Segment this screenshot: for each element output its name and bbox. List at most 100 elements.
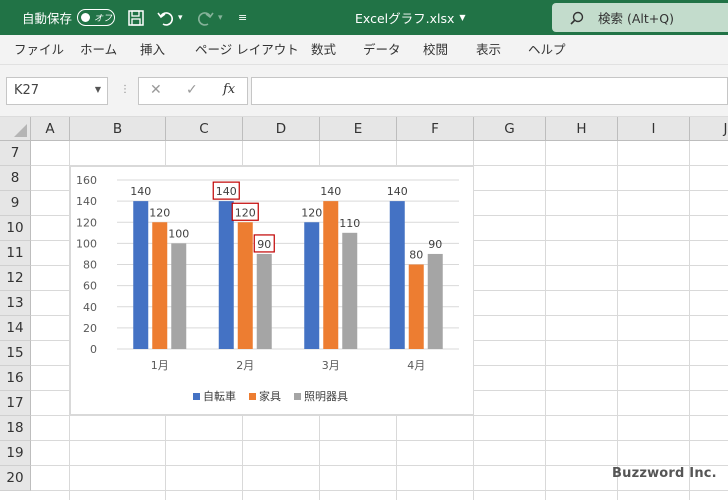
x-tick-label: 2月 xyxy=(236,359,254,372)
row-header-18[interactable]: 18 xyxy=(0,416,31,441)
search-placeholder: 検索 (Alt+Q) xyxy=(598,11,674,26)
tab-insert[interactable]: 挿入 xyxy=(140,35,165,65)
y-tick-label: 20 xyxy=(83,322,97,335)
row-header-16[interactable]: 16 xyxy=(0,366,31,391)
data-label: 110 xyxy=(339,217,360,230)
column-header-i[interactable]: I xyxy=(618,117,690,141)
enter-icon[interactable]: ✓ xyxy=(186,82,198,98)
y-tick-label: 0 xyxy=(90,343,97,356)
row-header-7[interactable]: 7 xyxy=(0,141,31,166)
tab-home[interactable]: ホーム xyxy=(80,35,117,65)
row-header-19[interactable]: 19 xyxy=(0,441,31,466)
row-header-11[interactable]: 11 xyxy=(0,241,31,266)
autosave-label: 自動保存 xyxy=(22,11,73,26)
document-title[interactable]: Excelグラフ.xlsx ▼ xyxy=(355,0,466,35)
legend-label: 家具 xyxy=(259,390,281,403)
toggle-knob xyxy=(81,13,90,22)
redo-dropdown-icon[interactable]: ▾ xyxy=(218,0,223,35)
column-header-b[interactable]: B xyxy=(70,117,166,141)
bar xyxy=(152,222,168,349)
tab-review[interactable]: 校閲 xyxy=(423,35,448,65)
row-header-12[interactable]: 12 xyxy=(0,266,31,291)
chart-legend[interactable]: 自転車 家具 照明器具 xyxy=(193,388,348,404)
y-tick-label: 80 xyxy=(83,259,97,272)
bar xyxy=(427,253,443,349)
y-tick-label: 140 xyxy=(76,195,97,208)
data-label: 90 xyxy=(257,238,271,251)
more-options-icon[interactable]: ⋮ xyxy=(120,84,130,95)
y-tick-label: 60 xyxy=(83,280,97,293)
undo-dropdown-icon[interactable]: ▾ xyxy=(178,0,183,35)
x-tick-label: 3月 xyxy=(322,359,340,372)
tab-page-layout[interactable]: ページ レイアウト xyxy=(195,35,299,65)
formula-buttons: ✕ ✓ fx xyxy=(138,77,248,105)
bar xyxy=(304,222,320,349)
bar xyxy=(171,243,187,349)
title-bar: 自動保存 オフ ▾ ▾ ≡ Excelグラフ.xlsx ▼ 検索 (Alt+Q) xyxy=(0,0,728,35)
undo-icon[interactable] xyxy=(157,0,175,35)
redo-icon[interactable] xyxy=(196,0,214,35)
watermark: Buzzword Inc. xyxy=(612,466,717,481)
row-header-20[interactable]: 20 xyxy=(0,466,31,491)
search-box[interactable]: 検索 (Alt+Q) xyxy=(552,3,728,32)
cancel-icon[interactable]: ✕ xyxy=(150,82,162,98)
chevron-down-icon[interactable]: ▼ xyxy=(95,85,101,94)
ribbon-tabs: ファイル ホーム 挿入 ページ レイアウト 数式 データ 校閲 表示 ヘルプ xyxy=(0,35,728,65)
data-label: 140 xyxy=(130,185,151,198)
tab-view[interactable]: 表示 xyxy=(476,35,501,65)
column-header-e[interactable]: E xyxy=(320,117,397,141)
column-header-d[interactable]: D xyxy=(243,117,320,141)
row-header-13[interactable]: 13 xyxy=(0,291,31,316)
bar xyxy=(389,201,405,349)
legend-label: 自転車 xyxy=(203,390,236,403)
legend-item-bicycle[interactable]: 自転車 xyxy=(193,388,236,404)
data-label: 100 xyxy=(168,227,189,240)
save-icon[interactable] xyxy=(127,0,145,35)
data-label: 140 xyxy=(216,185,237,198)
column-header-f[interactable]: F xyxy=(397,117,474,141)
chevron-down-icon: ▼ xyxy=(459,13,466,22)
data-label: 140 xyxy=(387,185,408,198)
row-header-14[interactable]: 14 xyxy=(0,316,31,341)
data-label: 120 xyxy=(301,206,322,219)
select-all-button[interactable] xyxy=(0,117,31,141)
row-header-15[interactable]: 15 xyxy=(0,341,31,366)
column-header-h[interactable]: H xyxy=(546,117,618,141)
data-label: 140 xyxy=(320,185,341,198)
chart-plot: 0 20 40 60 80 100 120 140 160 140 120 100 1月 140 120 90… xyxy=(76,174,459,372)
legend-item-lighting[interactable]: 照明器具 xyxy=(294,388,348,404)
x-tick-label: 1月 xyxy=(151,359,169,372)
y-tick-label: 120 xyxy=(76,216,97,229)
column-header-c[interactable]: C xyxy=(166,117,243,141)
document-title-text: Excelグラフ.xlsx xyxy=(355,11,455,26)
column-chart[interactable]: 0 20 40 60 80 100 120 140 160 140 120 100 1月 140 120 90… xyxy=(70,166,474,415)
bar xyxy=(323,201,339,349)
autosave-state: オフ xyxy=(94,14,113,24)
legend-item-furniture[interactable]: 家具 xyxy=(249,388,281,404)
column-header-a[interactable]: A xyxy=(31,117,70,141)
customize-toolbar-icon[interactable]: ≡ xyxy=(238,0,247,35)
bar xyxy=(237,222,253,349)
autosave-toggle[interactable]: オフ xyxy=(77,9,115,26)
y-tick-label: 160 xyxy=(76,174,97,187)
row-header-9[interactable]: 9 xyxy=(0,191,31,216)
data-label: 120 xyxy=(235,206,256,219)
row-header-8[interactable]: 8 xyxy=(0,166,31,191)
name-box[interactable]: K27 ▼ xyxy=(6,77,108,105)
column-header-g[interactable]: G xyxy=(474,117,546,141)
search-icon xyxy=(570,11,584,25)
x-tick-label: 4月 xyxy=(407,359,425,372)
formula-input[interactable] xyxy=(251,77,728,105)
insert-function-icon[interactable]: fx xyxy=(223,82,235,97)
row-header-10[interactable]: 10 xyxy=(0,216,31,241)
y-tick-label: 40 xyxy=(83,301,97,314)
tab-help[interactable]: ヘルプ xyxy=(528,35,566,65)
bar xyxy=(133,201,149,349)
tab-data[interactable]: データ xyxy=(363,35,401,65)
column-header-j[interactable]: J xyxy=(690,117,728,141)
legend-label: 照明器具 xyxy=(304,390,348,403)
row-header-17[interactable]: 17 xyxy=(0,391,31,416)
tab-formulas[interactable]: 数式 xyxy=(311,35,336,65)
tab-file[interactable]: ファイル xyxy=(14,35,64,65)
bar xyxy=(342,232,358,349)
